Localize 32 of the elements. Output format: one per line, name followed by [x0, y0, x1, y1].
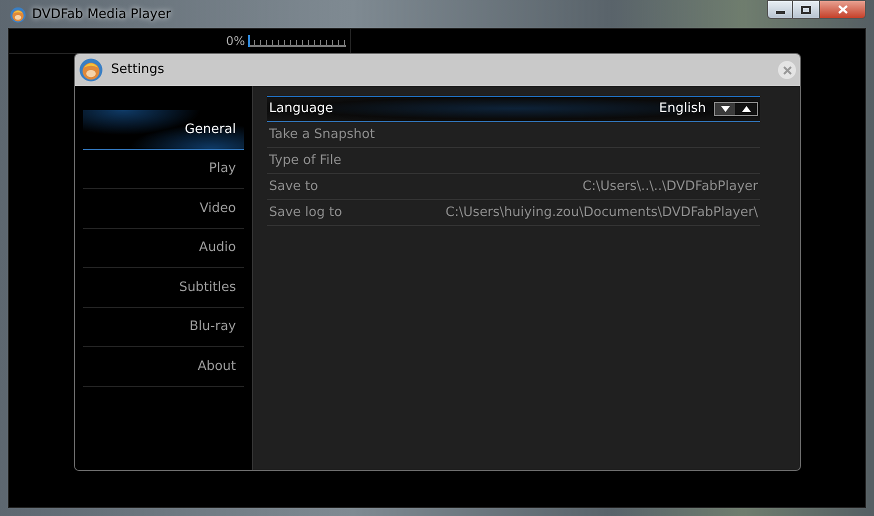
sidebar-item[interactable]: General [83, 110, 244, 150]
monkey-logo-icon [79, 58, 103, 82]
sidebar-item[interactable]: Blu-ray [83, 308, 244, 347]
path-value: C:\Users\huiying.zou\Documents\DVDFabPlayer\ [445, 204, 758, 222]
dialog-title: Settings [111, 61, 164, 80]
minimize-button[interactable] [767, 0, 793, 19]
window-title: DVDFab Media Player [32, 6, 171, 24]
settings-row[interactable]: Save to C:\Users\..\..\DVDFabPlayer [267, 174, 760, 200]
spinner-control[interactable] [714, 102, 758, 116]
settings-row[interactable]: Language English [267, 96, 760, 122]
sidebar-item[interactable]: About [83, 347, 244, 386]
maximize-icon[interactable] [801, 6, 811, 14]
setting-label: Save log to [269, 204, 342, 222]
close-button[interactable] [819, 0, 866, 19]
sidebar-item[interactable]: Video [83, 189, 244, 228]
maximize-button[interactable] [793, 0, 819, 19]
setting-label: Save to [269, 178, 318, 196]
sidebar-item[interactable]: Subtitles [83, 268, 244, 308]
path-value: C:\Users\..\..\DVDFabPlayer [582, 178, 758, 196]
sidebar-item[interactable]: Play [83, 150, 244, 189]
settings-row[interactable]: Take a Snapshot [267, 122, 760, 148]
setting-label: Language [269, 100, 334, 118]
monkey-logo-icon [10, 6, 26, 23]
settings-row[interactable]: Type of File [267, 148, 760, 174]
settings-row[interactable]: Save log to C:\Users\huiying.zou\Documents\DVDFabPlayer\ [267, 200, 760, 226]
setting-label: Type of File [269, 152, 342, 170]
language-value: English [659, 100, 706, 118]
progress-slider[interactable] [248, 35, 346, 47]
progress-reading: 0% [226, 33, 245, 50]
minimize-icon[interactable] [776, 11, 784, 14]
sidebar-item[interactable]: Audio [83, 228, 244, 268]
setting-label: Take a Snapshot [269, 126, 375, 144]
